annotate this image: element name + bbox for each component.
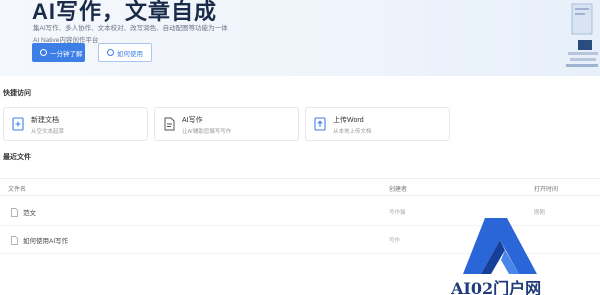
new-document-card[interactable]: 新建文档 从空文本起草	[3, 107, 148, 141]
upload-word-card[interactable]: 上传Word 从本地上传文档	[305, 107, 450, 141]
new-document-title: 新建文档	[31, 117, 59, 124]
plus-square-icon	[12, 117, 24, 131]
file-open-time: 刚刚	[534, 210, 546, 216]
upload-word-title: 上传Word	[333, 117, 364, 124]
upload-word-desc: 从本地上传文档	[333, 129, 372, 135]
watermark-text: AI02门户网	[451, 279, 542, 295]
how-to-use-button[interactable]: 如何使用	[98, 43, 152, 62]
file-creator: 写作猫	[389, 210, 406, 216]
new-document-desc: 从空文本起草	[31, 129, 65, 135]
ai-writing-desc: 让AI辅助您撰写写作	[182, 129, 232, 135]
file-creator: 写作	[389, 238, 401, 244]
help-icon	[107, 49, 114, 56]
recent-files-title: 最近文件	[3, 154, 31, 161]
learn-in-one-minute-button[interactable]: 一分钟了解	[32, 43, 85, 62]
column-file-name[interactable]: 文件名	[8, 184, 26, 193]
file-icon	[11, 236, 18, 245]
file-name: 如何使用AI写作	[23, 238, 69, 245]
how-to-use-label: 如何使用	[117, 50, 143, 58]
ai-writing-card[interactable]: AI写作 让AI辅助您撰写写作	[154, 107, 299, 141]
learn-button-label: 一分钟了解	[50, 50, 83, 58]
file-name: 范文	[23, 210, 36, 217]
upload-icon	[314, 117, 326, 131]
hero-banner: AI写作，文章自成 集AI写作、多人协作、文本校对、改写润色、自动配图等功能为一…	[0, 0, 600, 76]
column-creator[interactable]: 创建者	[389, 184, 407, 193]
play-icon	[40, 49, 47, 56]
file-icon	[11, 208, 18, 217]
ai-writing-title: AI写作	[182, 117, 203, 124]
column-open-time[interactable]: 打开时间	[534, 184, 558, 193]
files-table-header: 文件名 创建者 打开时间	[0, 178, 600, 196]
quick-access-title: 快捷访问	[3, 90, 31, 97]
document-icon	[164, 117, 175, 131]
hero-illustration	[566, 3, 598, 67]
hero-features: 集AI写作、多人协作、文本校对、改写润色、自动配图等功能为一体	[33, 25, 228, 32]
